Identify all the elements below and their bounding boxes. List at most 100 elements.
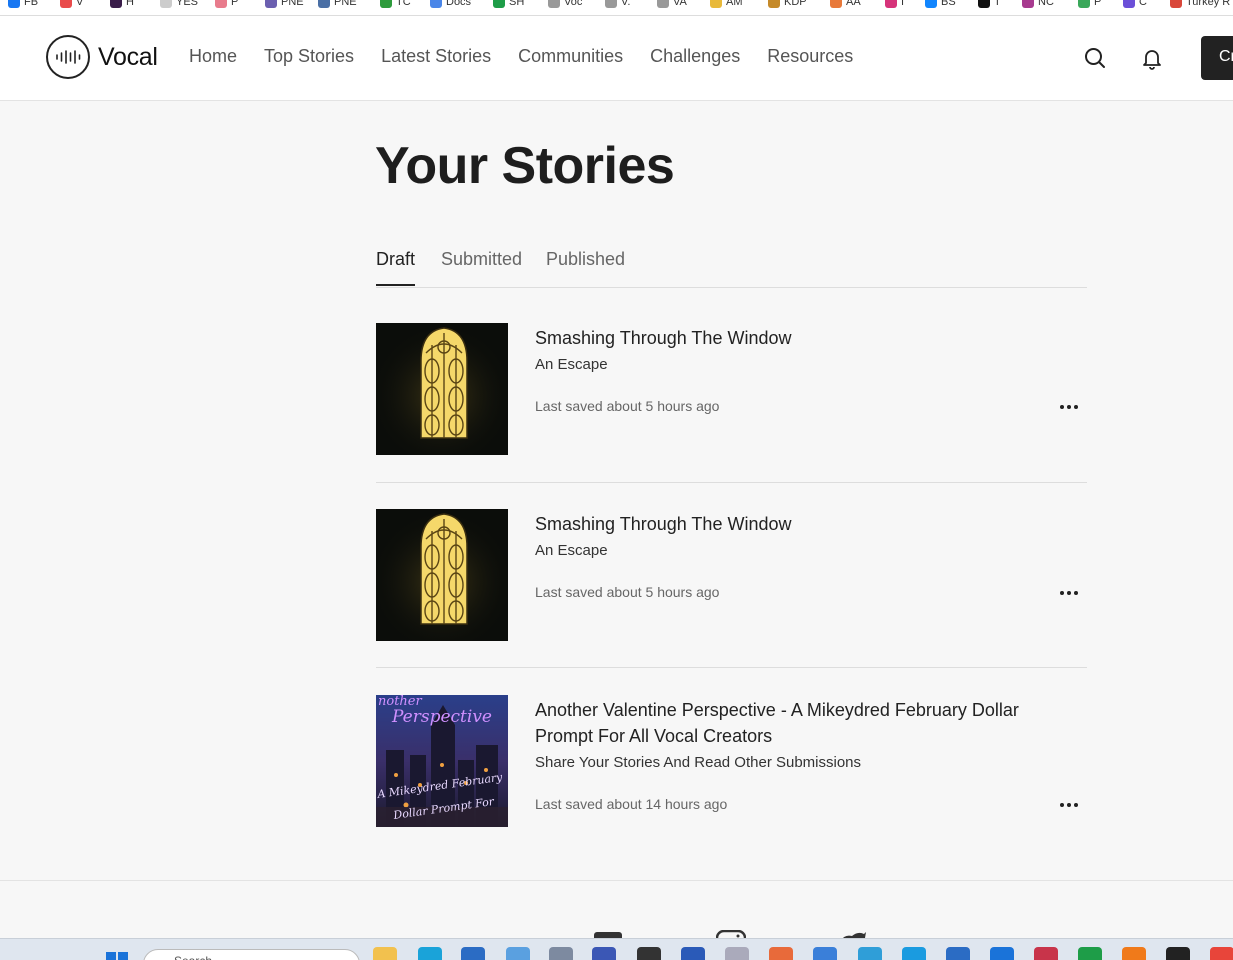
bookmark-item[interactable]: P	[215, 0, 238, 9]
tab-published[interactable]: Published	[546, 249, 625, 284]
taskbar-app-icon[interactable]	[549, 947, 573, 960]
nav-latest-stories[interactable]: Latest Stories	[381, 46, 491, 67]
taskbar-app-icon[interactable]	[813, 947, 837, 960]
bookmark-item[interactable]: NC	[1022, 0, 1054, 9]
bookmark-item[interactable]: SH	[493, 0, 524, 9]
story-item[interactable]: Smashing Through The Window An Escape La…	[376, 509, 1087, 649]
story-thumbnail[interactable]	[376, 509, 508, 641]
bookmark-favicon-icon	[1123, 0, 1135, 8]
more-options-icon[interactable]	[1056, 797, 1082, 813]
bookmark-item[interactable]: TC	[380, 0, 411, 9]
story-item[interactable]: Smashing Through The Window An Escape La…	[376, 323, 1087, 463]
bookmark-label: PNE	[281, 0, 304, 8]
taskbar-app-icon[interactable]	[946, 947, 970, 960]
taskbar-app-icon[interactable]	[902, 947, 926, 960]
story-thumbnail[interactable]	[376, 323, 508, 455]
taskbar-search-input[interactable]: Search	[143, 949, 360, 960]
taskbar-app-icon[interactable]	[637, 947, 661, 960]
bookmark-item[interactable]: Docs	[430, 0, 471, 9]
story-title[interactable]: Smashing Through The Window	[535, 325, 1080, 351]
taskbar-app-icon[interactable]	[858, 947, 882, 960]
bookmark-label: NC	[1038, 0, 1054, 8]
bookmark-favicon-icon	[925, 0, 937, 8]
bookmark-item[interactable]: BS	[925, 0, 956, 9]
story-item[interactable]: nother Perspective A Mikeydred February …	[376, 695, 1087, 835]
bookmark-favicon-icon	[110, 0, 122, 8]
bookmark-item[interactable]: Voc	[548, 0, 582, 9]
taskbar-app-icon[interactable]	[1210, 947, 1233, 960]
nav-home[interactable]: Home	[189, 46, 237, 67]
story-saved-time: Last saved about 5 hours ago	[535, 398, 720, 414]
taskbar-app-icon[interactable]	[990, 947, 1014, 960]
taskbar-app-icon[interactable]	[461, 947, 485, 960]
taskbar-app-icon[interactable]	[1034, 947, 1058, 960]
taskbar-app-icon[interactable]	[373, 947, 397, 960]
bookmark-item[interactable]: AM	[710, 0, 743, 9]
page-title: Your Stories	[375, 137, 675, 195]
taskbar-app-icon[interactable]	[418, 947, 442, 960]
nav-communities[interactable]: Communities	[518, 46, 623, 67]
taskbar-app-icon[interactable]	[1122, 947, 1146, 960]
bookmark-favicon-icon	[1170, 0, 1182, 8]
more-options-icon[interactable]	[1056, 399, 1082, 415]
windows-start-icon[interactable]	[105, 947, 129, 960]
bookmark-label: C	[1139, 0, 1147, 8]
taskbar-app-icon[interactable]	[506, 947, 530, 960]
bookmark-item[interactable]: PNE	[265, 0, 304, 9]
tab-draft[interactable]: Draft	[376, 249, 416, 286]
bookmark-favicon-icon	[605, 0, 617, 8]
bookmarks-bar: FB V H YES P PNE PNE TC Docs SH Voc V. VA AM KDP AA I BS T…	[0, 0, 1233, 16]
bookmark-favicon-icon	[1078, 0, 1090, 8]
bookmark-item[interactable]: VA	[657, 0, 687, 9]
os-taskbar: Search	[0, 938, 1233, 960]
nav-resources[interactable]: Resources	[767, 46, 853, 67]
site-footer	[0, 880, 1233, 941]
taskbar-app-icon[interactable]	[1078, 947, 1102, 960]
more-options-icon[interactable]	[1056, 585, 1082, 601]
taskbar-app-icon[interactable]	[1166, 947, 1190, 960]
bookmark-label: PNE	[334, 0, 357, 8]
bell-icon[interactable]	[1140, 46, 1164, 70]
bookmark-label: V	[76, 0, 84, 8]
taskbar-app-icon[interactable]	[769, 947, 793, 960]
bookmark-label: P	[1094, 0, 1102, 8]
bookmark-item[interactable]: H	[110, 0, 134, 9]
vocal-logo[interactable]: Vocal	[46, 35, 158, 79]
bookmark-item[interactable]: Turkey R	[1170, 0, 1230, 9]
bookmark-item[interactable]: V	[60, 0, 83, 9]
taskbar-app-icon[interactable]	[725, 947, 749, 960]
story-title[interactable]: Another Valentine Perspective - A Mikeyd…	[535, 697, 1080, 749]
vocal-logo-icon	[46, 35, 90, 79]
bookmark-favicon-icon	[548, 0, 560, 8]
bookmark-item[interactable]: P	[1078, 0, 1101, 9]
bookmark-item[interactable]: KDP	[768, 0, 807, 9]
story-thumbnail[interactable]: nother Perspective A Mikeydred February …	[376, 695, 508, 827]
search-icon[interactable]	[1083, 46, 1107, 70]
bookmark-label: YES	[176, 0, 199, 8]
bookmark-favicon-icon	[885, 0, 897, 8]
site-header: Vocal Home Top Stories Latest Stories Co…	[0, 16, 1233, 101]
bookmark-item[interactable]: C	[1123, 0, 1147, 9]
nav-top-stories[interactable]: Top Stories	[264, 46, 354, 67]
bookmark-favicon-icon	[978, 0, 990, 8]
bookmark-item[interactable]: T	[978, 0, 1001, 9]
create-button[interactable]: Create	[1201, 36, 1233, 80]
divider	[376, 482, 1087, 483]
bookmark-label: T	[994, 0, 1001, 8]
bookmark-item[interactable]: YES	[160, 0, 198, 9]
bookmark-favicon-icon	[265, 0, 277, 8]
bookmark-favicon-icon	[1022, 0, 1034, 8]
taskbar-app-icon[interactable]	[681, 947, 705, 960]
taskbar-app-icon[interactable]	[592, 947, 616, 960]
bookmark-item[interactable]: AA	[830, 0, 861, 9]
bookmark-label: P	[231, 0, 239, 8]
bookmark-label: V.	[621, 0, 631, 8]
tab-submitted[interactable]: Submitted	[441, 249, 522, 284]
bookmark-item[interactable]: I	[885, 0, 904, 9]
bookmark-item[interactable]: FB	[8, 0, 38, 9]
bookmark-item[interactable]: PNE	[318, 0, 357, 9]
story-title[interactable]: Smashing Through The Window	[535, 511, 1080, 537]
nav-challenges[interactable]: Challenges	[650, 46, 740, 67]
bookmark-item[interactable]: V.	[605, 0, 630, 9]
bookmark-label: AA	[846, 0, 861, 8]
